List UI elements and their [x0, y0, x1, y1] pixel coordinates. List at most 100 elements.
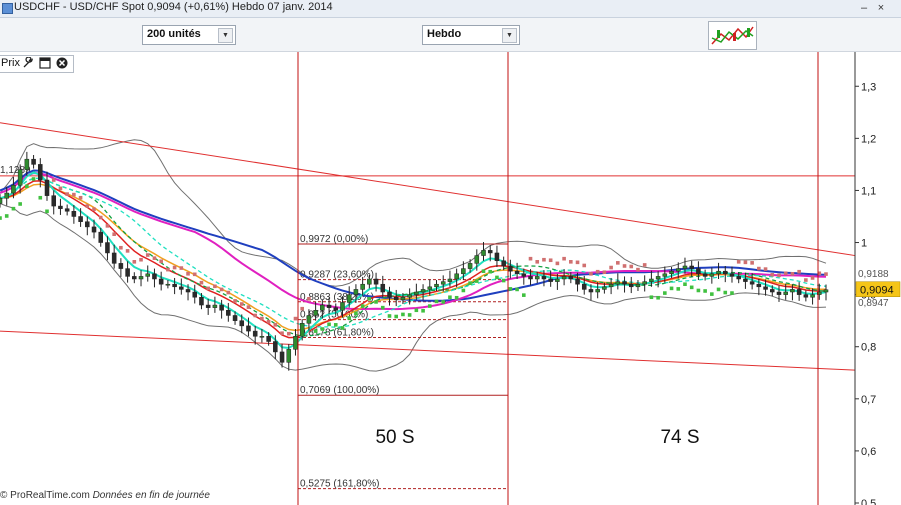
- window-icon[interactable]: [39, 57, 51, 69]
- sar-dot: [629, 264, 634, 269]
- candle-body: [132, 276, 137, 280]
- y-tick-label: 0,6: [861, 446, 876, 458]
- close-window-button[interactable]: ×: [874, 1, 888, 15]
- candle-body: [796, 289, 802, 295]
- price-chart[interactable]: 1,1289 0,9972 (0,00%)0,9287 (23,60%)0,88…: [0, 52, 901, 505]
- minimize-button[interactable]: –: [857, 1, 871, 15]
- candle-body: [749, 281, 755, 285]
- wrench-icon[interactable]: [22, 57, 34, 69]
- last-price-label: 0,9094: [860, 285, 894, 297]
- candle-body: [770, 289, 775, 293]
- sar-dot: [266, 319, 271, 324]
- sar-dot: [286, 331, 291, 336]
- sar-dot: [609, 265, 613, 270]
- sar-dot: [31, 177, 36, 181]
- sar-dot: [132, 260, 137, 264]
- candle-body: [246, 325, 251, 332]
- candle-body: [98, 231, 103, 243]
- sar-dot: [219, 287, 224, 292]
- candle-body: [501, 260, 506, 267]
- candle-body: [790, 289, 795, 293]
- candle-body: [803, 294, 809, 298]
- sar-dot: [186, 271, 190, 276]
- sar-dot: [575, 260, 580, 265]
- sar-dot: [595, 269, 600, 274]
- sar-dot: [253, 313, 257, 318]
- candle-body: [434, 283, 439, 288]
- sar-dot: [172, 265, 177, 270]
- candle-body: [71, 211, 77, 217]
- sar-dot: [92, 207, 96, 211]
- candle-body: [615, 281, 621, 285]
- sar-dot: [434, 299, 439, 304]
- fib-level-label: 0,9972 (0,00%): [300, 234, 368, 245]
- sar-dot: [535, 260, 540, 264]
- fib-level-label: 0,5275 (161,80%): [300, 479, 380, 490]
- sar-dot: [683, 282, 687, 287]
- candle-body: [514, 270, 520, 275]
- candle-body: [602, 286, 607, 290]
- candle-body: [635, 283, 641, 288]
- price-axis: 1,31,21,110,90,80,70,60,50,91880,90380,8…: [854, 52, 901, 505]
- candle-body: [306, 315, 312, 324]
- candle-body: [487, 250, 493, 254]
- candle-body: [494, 252, 500, 262]
- sar-dot: [401, 312, 405, 317]
- candle-body: [185, 289, 191, 293]
- units-select-value: 200 unités: [147, 28, 201, 40]
- candle-body: [373, 278, 379, 285]
- footer-source: © ProRealTime.com: [0, 490, 90, 501]
- sar-dot: [293, 316, 298, 321]
- candle-body: [11, 184, 16, 194]
- candle-body: [743, 278, 748, 282]
- footer: © ProRealTime.com Données en fin de jour…: [0, 490, 210, 501]
- sar-dot: [777, 273, 781, 278]
- sar-dot: [320, 327, 325, 331]
- candle-body: [165, 283, 171, 286]
- candle-body: [414, 291, 419, 295]
- sar-dot: [448, 295, 452, 300]
- sar-dot: [307, 296, 311, 301]
- sar-dot: [4, 214, 9, 218]
- sar-dot: [723, 290, 728, 295]
- sar-dot: [407, 313, 412, 317]
- sar-dot: [98, 215, 103, 220]
- period-select[interactable]: Hebdo ▼: [422, 25, 520, 45]
- sar-dot: [387, 314, 392, 318]
- toolbar: 200 unités ▼ Hebdo ▼: [0, 18, 901, 52]
- units-select[interactable]: 200 unités ▼: [142, 25, 236, 45]
- candle-body: [649, 278, 654, 282]
- sar-dot: [51, 178, 56, 182]
- y-tick-label: 1,2: [861, 133, 876, 145]
- close-circle-icon[interactable]: [56, 57, 68, 69]
- candle-body: [152, 273, 157, 280]
- y-tick-label: 0,8: [861, 342, 876, 354]
- sar-dot: [548, 258, 553, 263]
- chart-indicators-button[interactable]: [708, 21, 757, 50]
- sar-dot: [488, 269, 493, 274]
- sar-dot: [414, 308, 419, 313]
- candle-body: [145, 273, 151, 277]
- candle-body: [447, 278, 453, 282]
- sar-dot: [233, 299, 237, 303]
- sar-dot: [273, 323, 278, 327]
- candle-body: [420, 289, 426, 293]
- candle-body: [474, 255, 480, 264]
- candle-body: [675, 268, 681, 272]
- sar-dot: [642, 263, 647, 267]
- lower-trendline: [0, 330, 856, 371]
- y-tick-label: 1,3: [861, 81, 876, 93]
- sar-dot: [260, 316, 264, 321]
- candle-body: [232, 315, 238, 321]
- sar-dot: [696, 288, 701, 293]
- bollinger-lower: [0, 203, 827, 372]
- candle-body: [702, 273, 708, 277]
- candle-body: [763, 286, 768, 290]
- candle-body: [252, 330, 258, 337]
- candle-body: [192, 291, 198, 298]
- candle-body: [367, 278, 372, 285]
- candle-body: [266, 336, 271, 342]
- ma-cyan-dashed: [0, 177, 827, 328]
- candle-body: [346, 294, 352, 303]
- candle-body: [736, 276, 741, 280]
